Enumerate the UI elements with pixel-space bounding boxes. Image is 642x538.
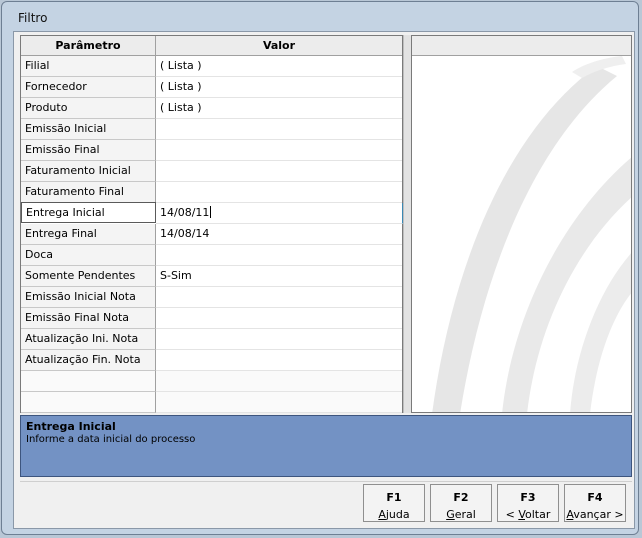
grid-empty-row	[21, 392, 402, 413]
column-header-parametro[interactable]: Parâmetro	[21, 36, 156, 56]
grid-row-entrega-final[interactable]: Entrega Final 14/08/14	[21, 224, 402, 245]
param-label: Faturamento Final	[21, 182, 156, 203]
value-cell[interactable]	[156, 308, 402, 329]
back-button[interactable]: F3 < Voltar	[497, 484, 559, 522]
param-label: Filial	[21, 56, 156, 77]
grid-row-atualizacao-fin-nota[interactable]: Atualização Fin. Nota	[21, 350, 402, 371]
empty-param-cell	[21, 371, 156, 392]
value-cell[interactable]	[156, 350, 402, 371]
grid-row-somente-pendentes[interactable]: Somente Pendentes S-Sim	[21, 266, 402, 287]
grid-row-produto[interactable]: Produto ( Lista )	[21, 98, 402, 119]
grid-splitter[interactable]	[403, 35, 411, 413]
next-button[interactable]: F4 Avançar >	[564, 484, 626, 522]
value-cell[interactable]	[156, 119, 402, 140]
mnemonic-letter: G	[446, 508, 455, 521]
general-button[interactable]: F2 Geral	[430, 484, 492, 522]
button-label: Avançar >	[566, 508, 624, 521]
swirl-watermark-icon	[432, 56, 631, 412]
param-label: Produto	[21, 98, 156, 119]
grid-row-faturamento-final[interactable]: Faturamento Final	[21, 182, 402, 203]
grid-row-entrega-inicial[interactable]: Entrega Inicial 14/08/11	[21, 202, 403, 224]
mnemonic-letter: V	[518, 508, 525, 521]
value-cell[interactable]	[156, 287, 402, 308]
help-panel: Entrega Inicial Informe a data inicial d…	[20, 415, 632, 477]
grid-row-filial[interactable]: Filial ( Lista )	[21, 56, 402, 77]
param-label: Entrega Inicial	[21, 202, 156, 223]
button-label: < Voltar	[505, 508, 551, 521]
grid-header: Parâmetro Valor	[21, 36, 402, 56]
grid-row-atualizacao-ini-nota[interactable]: Atualização Ini. Nota	[21, 329, 402, 350]
value-cell[interactable]	[156, 245, 402, 266]
button-key: F1	[386, 491, 402, 504]
mnemonic-letter: A	[566, 508, 574, 521]
grid-row-emissao-inicial[interactable]: Emissão Inicial	[21, 119, 402, 140]
empty-value-cell	[156, 392, 402, 413]
function-key-bar: F1 Ajuda F2 Geral F3 < Voltar F4 Avançar…	[20, 481, 632, 525]
param-label: Atualização Ini. Nota	[21, 329, 156, 350]
value-cell[interactable]: ( Lista )	[156, 98, 402, 119]
grid-row-emissao-inicial-nota[interactable]: Emissão Inicial Nota	[21, 287, 402, 308]
value-cell[interactable]	[156, 140, 402, 161]
param-label: Doca	[21, 245, 156, 266]
dialog-client: Parâmetro Valor Filial ( Lista ) Fornece…	[13, 31, 635, 529]
help-title: Entrega Inicial	[26, 420, 116, 433]
param-label: Entrega Final	[21, 224, 156, 245]
grid-row-fornecedor[interactable]: Fornecedor ( Lista )	[21, 77, 402, 98]
value-cell[interactable]: 14/08/14	[156, 224, 402, 245]
value-cell[interactable]: ( Lista )	[156, 77, 402, 98]
param-label: Emissão Final	[21, 140, 156, 161]
value-cell[interactable]: ( Lista )	[156, 56, 402, 77]
param-label: Faturamento Inicial	[21, 161, 156, 182]
grid-row-doca[interactable]: Doca	[21, 245, 402, 266]
parameter-grid: Parâmetro Valor Filial ( Lista ) Fornece…	[20, 35, 403, 413]
value-cell[interactable]	[156, 182, 402, 203]
value-input[interactable]: 14/08/11	[156, 203, 403, 224]
param-label: Fornecedor	[21, 77, 156, 98]
grid-row-emissao-final-nota[interactable]: Emissão Final Nota	[21, 308, 402, 329]
button-label: Geral	[446, 508, 476, 521]
mnemonic-letter: A	[378, 508, 386, 521]
param-label: Emissão Inicial	[21, 119, 156, 140]
param-label: Atualização Fin. Nota	[21, 350, 156, 371]
filter-window: Filtro Parâmetro Valor Filial ( Lista ) …	[1, 1, 639, 535]
button-key: F3	[520, 491, 536, 504]
button-label: Ajuda	[378, 508, 410, 521]
empty-param-cell	[21, 392, 156, 413]
grid-row-emissao-final[interactable]: Emissão Final	[21, 140, 402, 161]
button-key: F2	[453, 491, 469, 504]
value-text: 14/08/11	[160, 206, 210, 219]
logo-watermark-panel	[411, 35, 632, 413]
param-label: Emissão Final Nota	[21, 308, 156, 329]
empty-value-cell	[156, 371, 402, 392]
text-caret	[210, 206, 212, 218]
grid-empty-row	[21, 371, 402, 392]
value-cell[interactable]	[156, 329, 402, 350]
grid-row-faturamento-inicial[interactable]: Faturamento Inicial	[21, 161, 402, 182]
param-label: Emissão Inicial Nota	[21, 287, 156, 308]
window-title: Filtro	[18, 11, 48, 25]
button-key: F4	[587, 491, 603, 504]
value-cell[interactable]	[156, 161, 402, 182]
grid-rows: Filial ( Lista ) Fornecedor ( Lista ) Pr…	[21, 56, 403, 413]
column-header-valor[interactable]: Valor	[156, 36, 402, 56]
value-cell[interactable]: S-Sim	[156, 266, 402, 287]
help-button[interactable]: F1 Ajuda	[363, 484, 425, 522]
param-label: Somente Pendentes	[21, 266, 156, 287]
help-text: Informe a data inicial do processo	[26, 434, 196, 445]
